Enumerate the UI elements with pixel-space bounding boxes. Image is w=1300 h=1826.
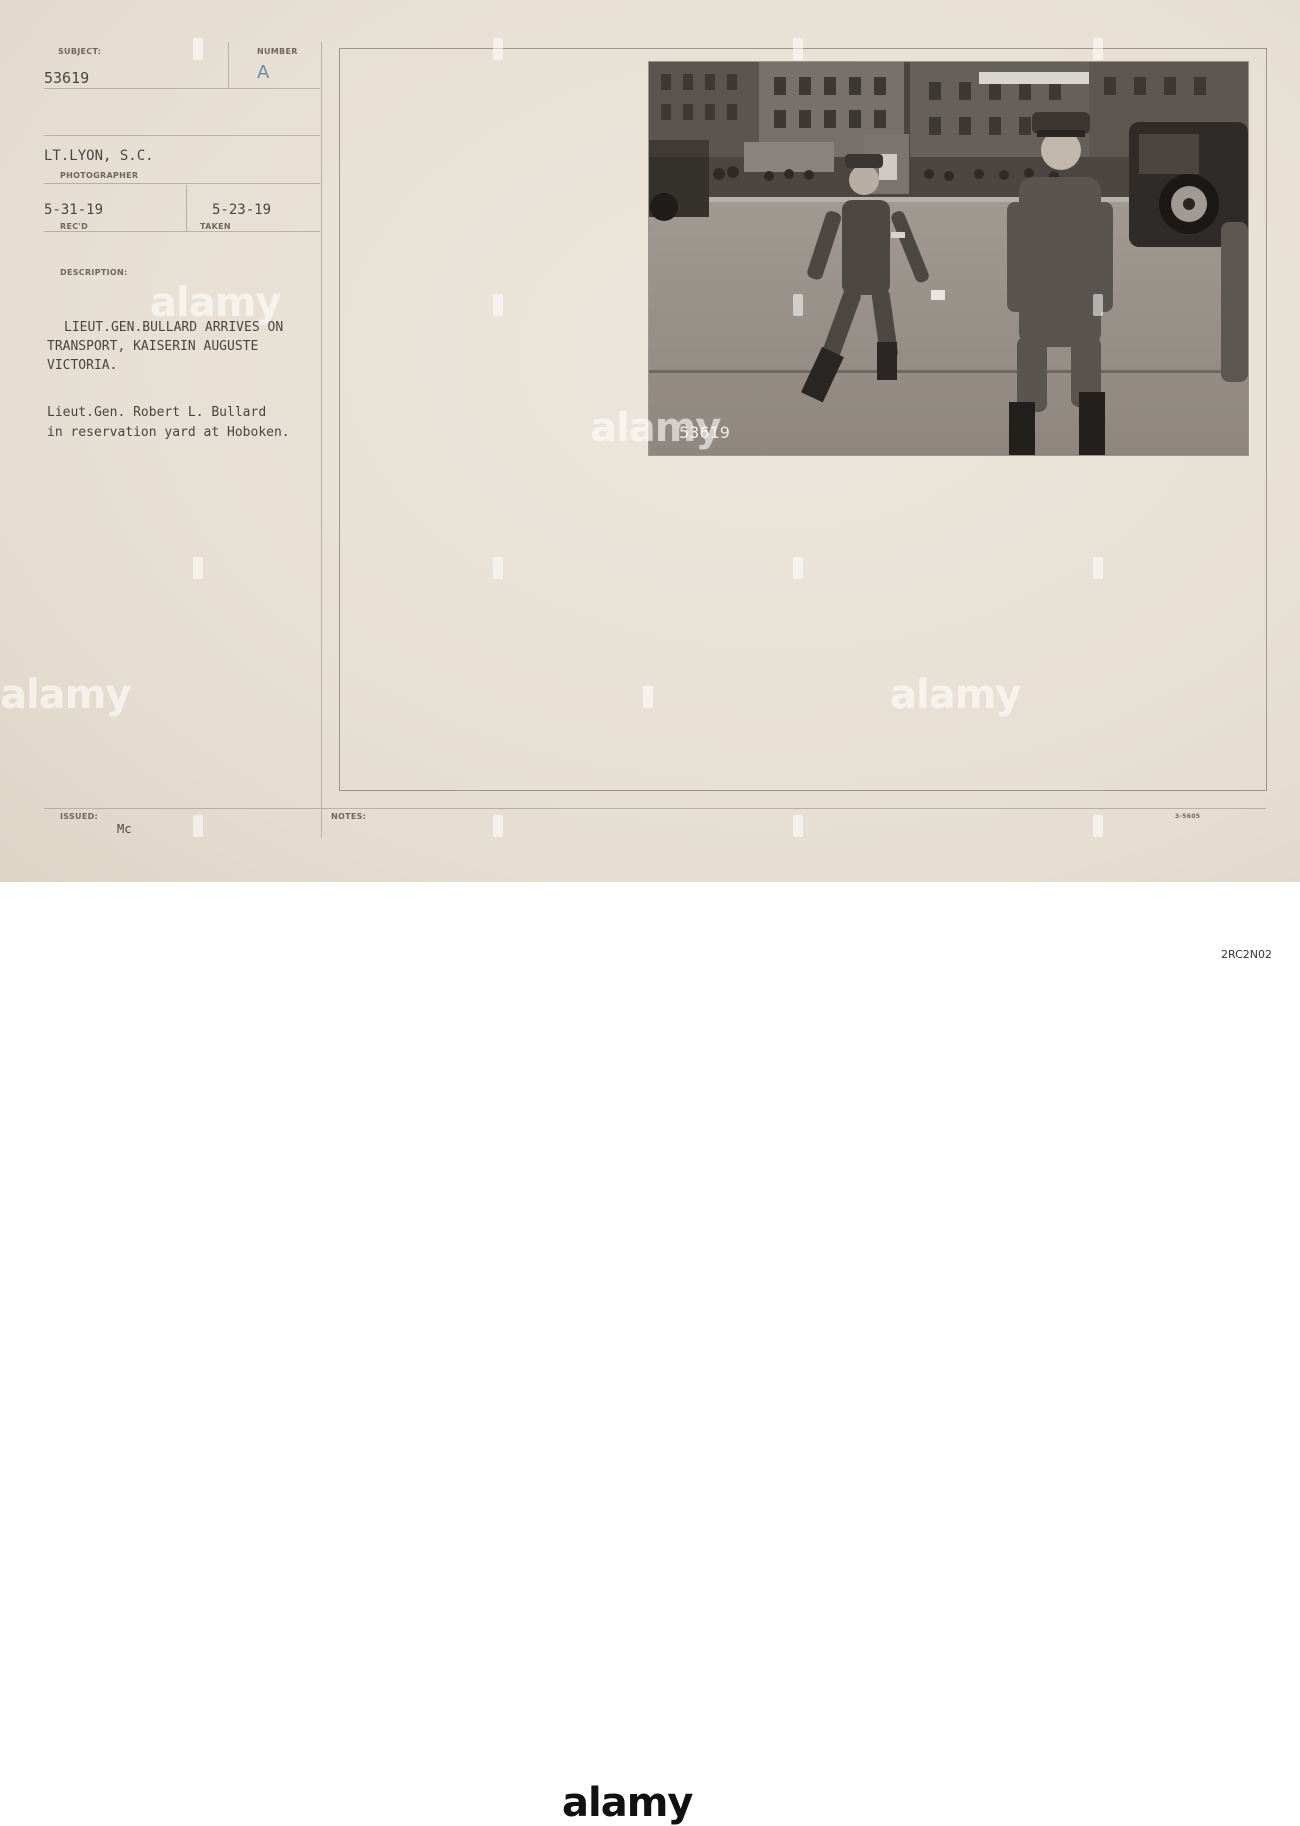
number-value: A — [257, 62, 270, 83]
photographer-label: PHOTOGRAPHER — [60, 171, 139, 180]
watermark-mark — [793, 38, 803, 60]
watermark-logo: alamy — [150, 280, 281, 326]
photographer-value: LT.LYON, S.C. — [44, 148, 154, 164]
archive-card: SUBJECT: 53619 NUMBER A LT.LYON, S.C. PH… — [0, 0, 1300, 882]
watermark-logo: alamy — [890, 672, 1021, 718]
divider — [186, 185, 187, 231]
watermark-mark — [193, 38, 203, 60]
divider — [44, 88, 320, 89]
received-value: 5-31-19 — [44, 202, 104, 218]
caption-line: in reservation yard at Hoboken. — [47, 425, 290, 440]
description-label: DESCRIPTION: — [60, 268, 128, 277]
watermark-logo: alamy — [590, 405, 721, 451]
divider — [228, 42, 229, 88]
issued-value: Mc — [117, 822, 132, 836]
stock-logo: alamy — [562, 1780, 693, 1826]
photograph-image: 53619 — [649, 62, 1248, 455]
photograph: 53619 — [648, 61, 1249, 456]
watermark-logo: alamy — [0, 672, 131, 718]
subject-label: SUBJECT: — [58, 47, 102, 56]
stock-image-id: 2RC2N02 — [1221, 948, 1272, 961]
watermark-mark — [193, 557, 203, 579]
subject-value: 53619 — [44, 69, 90, 87]
received-label: REC'D — [60, 222, 89, 231]
watermark-mark — [493, 38, 503, 60]
watermark-mark — [793, 815, 803, 837]
form-number: 3-5605 — [1175, 813, 1201, 820]
watermark-mark — [1093, 815, 1103, 837]
watermark-mark — [793, 294, 803, 316]
taken-label: TAKEN — [200, 222, 231, 231]
issued-label: ISSUED: — [60, 812, 99, 821]
divider — [44, 808, 1266, 809]
watermark-mark — [643, 686, 653, 708]
taken-value: 5-23-19 — [212, 202, 272, 218]
watermark-mark — [493, 557, 503, 579]
divider — [44, 231, 320, 232]
watermark-mark — [493, 815, 503, 837]
divider — [44, 135, 320, 136]
description-line: TRANSPORT, KAISERIN AUGUSTE — [47, 339, 259, 354]
description-line: VICTORIA. — [47, 358, 118, 373]
notes-label: NOTES: — [331, 812, 367, 821]
watermark-mark — [493, 294, 503, 316]
column-divider — [321, 42, 322, 820]
watermark-mark — [1093, 38, 1103, 60]
divider — [321, 808, 322, 838]
caption-line: Lieut.Gen. Robert L. Bullard — [47, 405, 267, 420]
stock-footer: alamy — [0, 882, 1300, 1826]
watermark-mark — [1093, 557, 1103, 579]
stock-logo-text: alamy — [562, 1780, 693, 1826]
divider — [44, 183, 320, 184]
watermark-mark — [193, 815, 203, 837]
watermark-mark — [793, 557, 803, 579]
number-label: NUMBER — [257, 47, 298, 56]
watermark-mark — [1093, 294, 1103, 316]
